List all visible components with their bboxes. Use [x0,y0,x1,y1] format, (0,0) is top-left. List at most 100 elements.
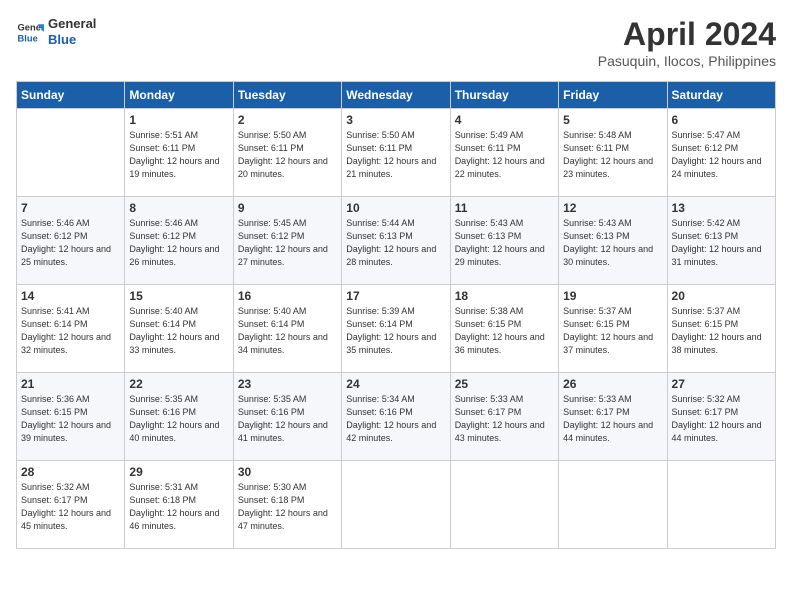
day-number: 1 [129,113,228,127]
day-cell: 15Sunrise: 5:40 AMSunset: 6:14 PMDayligh… [125,285,233,373]
day-number: 21 [21,377,120,391]
day-number: 7 [21,201,120,215]
day-cell: 16 Sunrise: 5:40 AMSunset: 6:14 PMDayligh… [233,285,341,373]
day-number: 4 [455,113,554,127]
day-info: Sunrise: 5:46 AMSunset: 6:12 PMDaylight:… [21,217,120,269]
day-info: Sunrise: 5:49 AMSunset: 6:11 PMDaylight:… [455,129,554,181]
day-number: 8 [129,201,228,215]
day-info: Sunrise: 5:50 AMSunset: 6:11 PMDaylight:… [346,129,445,181]
day-info: Sunrise: 5:33 AMSunset: 6:17 PMDaylight:… [563,393,662,445]
day-cell: 4 Sunrise: 5:49 AMSunset: 6:11 PMDaylight… [450,109,558,197]
week-row-3: 14Sunrise: 5:41 AMSunset: 6:14 PMDayligh… [17,285,776,373]
day-cell: 28 Sunrise: 5:32 AMSunset: 6:17 PMDayligh… [17,461,125,549]
day-info: Sunrise: 5:40 AMSunset: 6:14 PMDaylight:… [238,305,337,357]
day-info: Sunrise: 5:48 AMSunset: 6:11 PMDaylight:… [563,129,662,181]
day-cell: 12Sunrise: 5:43 AMSunset: 6:13 PMDayligh… [559,197,667,285]
day-cell: 5 Sunrise: 5:48 AMSunset: 6:11 PMDaylight… [559,109,667,197]
day-number: 11 [455,201,554,215]
day-number: 15 [129,289,228,303]
day-number: 9 [238,201,337,215]
day-cell: 22Sunrise: 5:35 AMSunset: 6:16 PMDayligh… [125,373,233,461]
day-info: Sunrise: 5:37 AMSunset: 6:15 PMDaylight:… [563,305,662,357]
day-cell: 30Sunrise: 5:30 AMSunset: 6:18 PMDayligh… [233,461,341,549]
day-cell: 13 Sunrise: 5:42 AMSunset: 6:13 PMDayligh… [667,197,775,285]
day-cell [450,461,558,549]
day-info: Sunrise: 5:30 AMSunset: 6:18 PMDaylight:… [238,481,337,533]
day-info: Sunrise: 5:44 AMSunset: 6:13 PMDaylight:… [346,217,445,269]
svg-text:Blue: Blue [18,33,38,43]
calendar-table: SundayMondayTuesdayWednesdayThursdayFrid… [16,81,776,549]
day-info: Sunrise: 5:32 AMSunset: 6:17 PMDaylight:… [672,393,771,445]
day-cell: 18 Sunrise: 5:38 AMSunset: 6:15 PMDayligh… [450,285,558,373]
day-info: Sunrise: 5:35 AMSunset: 6:16 PMDaylight:… [238,393,337,445]
day-number: 22 [129,377,228,391]
day-cell: 8 Sunrise: 5:46 AMSunset: 6:12 PMDaylight… [125,197,233,285]
day-number: 2 [238,113,337,127]
svg-text:General: General [18,22,44,32]
day-info: Sunrise: 5:45 AMSunset: 6:12 PMDaylight:… [238,217,337,269]
day-cell: 17Sunrise: 5:39 AMSunset: 6:14 PMDayligh… [342,285,450,373]
calendar-title: April 2024 [598,16,776,53]
day-cell: 19 Sunrise: 5:37 AMSunset: 6:15 PMDayligh… [559,285,667,373]
day-info: Sunrise: 5:38 AMSunset: 6:15 PMDaylight:… [455,305,554,357]
day-info: Sunrise: 5:46 AMSunset: 6:12 PMDaylight:… [129,217,228,269]
day-cell: 20 Sunrise: 5:37 AMSunset: 6:15 PMDayligh… [667,285,775,373]
day-info: Sunrise: 5:50 AMSunset: 6:11 PMDaylight:… [238,129,337,181]
day-number: 3 [346,113,445,127]
day-number: 24 [346,377,445,391]
day-info: Sunrise: 5:32 AMSunset: 6:17 PMDaylight:… [21,481,120,533]
day-info: Sunrise: 5:31 AMSunset: 6:18 PMDaylight:… [129,481,228,533]
day-cell: 29 Sunrise: 5:31 AMSunset: 6:18 PMDayligh… [125,461,233,549]
day-cell: 9 Sunrise: 5:45 AMSunset: 6:12 PMDaylight… [233,197,341,285]
day-number: 19 [563,289,662,303]
day-cell: 6Sunrise: 5:47 AMSunset: 6:12 PMDaylight… [667,109,775,197]
day-info: Sunrise: 5:41 AMSunset: 6:14 PMDaylight:… [21,305,120,357]
day-info: Sunrise: 5:37 AMSunset: 6:15 PMDaylight:… [672,305,771,357]
week-row-5: 28 Sunrise: 5:32 AMSunset: 6:17 PMDayligh… [17,461,776,549]
day-cell [559,461,667,549]
day-cell: 23 Sunrise: 5:35 AMSunset: 6:16 PMDayligh… [233,373,341,461]
day-number: 13 [672,201,771,215]
day-number: 16 [238,289,337,303]
day-cell: 10 Sunrise: 5:44 AMSunset: 6:13 PMDayligh… [342,197,450,285]
page-header: General Blue General Blue April 2024 Pas… [16,16,776,69]
day-number: 6 [672,113,771,127]
day-cell: 3 Sunrise: 5:50 AMSunset: 6:11 PMDaylight… [342,109,450,197]
col-header-monday: Monday [125,82,233,109]
day-number: 27 [672,377,771,391]
week-row-4: 21Sunrise: 5:36 AMSunset: 6:15 PMDayligh… [17,373,776,461]
day-cell: 1Sunrise: 5:51 AMSunset: 6:11 PMDaylight… [125,109,233,197]
day-cell: 26 Sunrise: 5:33 AMSunset: 6:17 PMDayligh… [559,373,667,461]
week-row-1: 1Sunrise: 5:51 AMSunset: 6:11 PMDaylight… [17,109,776,197]
day-info: Sunrise: 5:34 AMSunset: 6:16 PMDaylight:… [346,393,445,445]
logo-icon: General Blue [16,18,44,46]
day-number: 28 [21,465,120,479]
day-cell: 11Sunrise: 5:43 AMSunset: 6:13 PMDayligh… [450,197,558,285]
day-info: Sunrise: 5:39 AMSunset: 6:14 PMDaylight:… [346,305,445,357]
day-number: 18 [455,289,554,303]
day-cell: 2 Sunrise: 5:50 AMSunset: 6:11 PMDaylight… [233,109,341,197]
calendar-subtitle: Pasuquin, Ilocos, Philippines [598,53,776,69]
day-number: 23 [238,377,337,391]
week-row-2: 7 Sunrise: 5:46 AMSunset: 6:12 PMDaylight… [17,197,776,285]
day-info: Sunrise: 5:42 AMSunset: 6:13 PMDaylight:… [672,217,771,269]
day-cell [667,461,775,549]
day-number: 20 [672,289,771,303]
day-cell [17,109,125,197]
day-cell: 14Sunrise: 5:41 AMSunset: 6:14 PMDayligh… [17,285,125,373]
title-area: April 2024 Pasuquin, Ilocos, Philippines [598,16,776,69]
day-info: Sunrise: 5:33 AMSunset: 6:17 PMDaylight:… [455,393,554,445]
day-cell [342,461,450,549]
day-cell: 24 Sunrise: 5:34 AMSunset: 6:16 PMDayligh… [342,373,450,461]
col-header-thursday: Thursday [450,82,558,109]
day-number: 12 [563,201,662,215]
col-header-tuesday: Tuesday [233,82,341,109]
day-number: 25 [455,377,554,391]
day-number: 10 [346,201,445,215]
day-number: 26 [563,377,662,391]
day-cell: 27 Sunrise: 5:32 AMSunset: 6:17 PMDayligh… [667,373,775,461]
logo-general: General [48,16,96,31]
day-number: 29 [129,465,228,479]
day-number: 5 [563,113,662,127]
logo: General Blue General Blue [16,16,96,47]
